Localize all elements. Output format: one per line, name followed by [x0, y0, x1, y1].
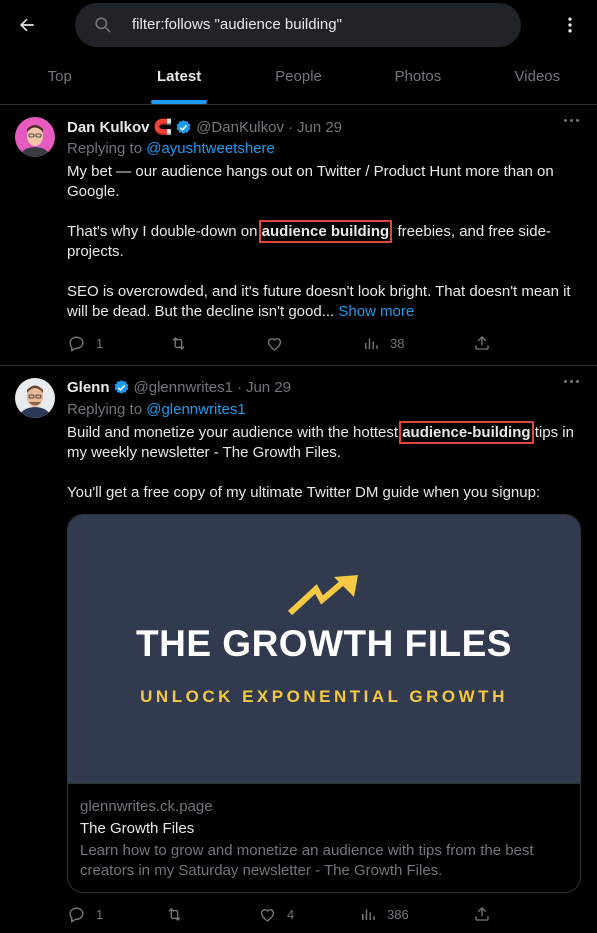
- display-name[interactable]: Glenn: [67, 379, 110, 396]
- share-icon: [475, 907, 489, 921]
- link-card[interactable]: THE GROWTH FILES UNLOCK EXPONENTIAL GROW…: [67, 514, 581, 893]
- tab-photos[interactable]: Photos: [358, 52, 477, 104]
- user-handle[interactable]: @glennwrites1: [134, 379, 233, 396]
- search-input[interactable]: filter:follows "audience building": [132, 16, 342, 33]
- user-handle[interactable]: @DanKulkov: [196, 119, 284, 136]
- replying-to: Replying to @glennwrites1: [67, 401, 246, 418]
- search-icon: [95, 17, 111, 33]
- share-button[interactable]: [473, 334, 491, 352]
- replying-to: Replying to @ayushtweetshere: [67, 140, 275, 157]
- highlighted-term: audience building: [258, 220, 393, 243]
- share-icon: [475, 336, 489, 350]
- arrow-left-icon: [19, 18, 34, 32]
- card-description: Learn how to grow and monetize an audien…: [80, 842, 534, 879]
- analytics-icon: [365, 338, 378, 349]
- separator: ·: [287, 118, 293, 136]
- card-title: The Growth Files: [80, 820, 195, 837]
- card-image: THE GROWTH FILES UNLOCK EXPONENTIAL GROW…: [68, 515, 580, 784]
- card-headline: THE GROWTH FILES: [136, 623, 512, 664]
- tweet-text: My bet — our audience hangs out on Twitt…: [67, 163, 571, 320]
- tweet[interactable]: Glenn @glennwrites1 · Jun 29 Replying to…: [0, 366, 597, 933]
- display-name[interactable]: Dan Kulkov: [67, 119, 150, 136]
- tab-people[interactable]: People: [239, 52, 358, 104]
- top-bar: filter:follows "audience building": [0, 0, 597, 52]
- reply-icon: [69, 336, 84, 352]
- tab-top[interactable]: Top: [0, 52, 119, 104]
- reply-target-link[interactable]: @glennwrites1: [146, 401, 245, 418]
- tweet-date[interactable]: Jun 29: [246, 379, 291, 396]
- tweet[interactable]: Dan Kulkov 🧲 @DanKulkov · Jun 29 Replyin…: [0, 105, 597, 366]
- trending-arrow-icon: [287, 575, 358, 616]
- tweet-text: Build and monetize your audience with th…: [67, 421, 574, 501]
- highlighted-term: audience-building: [399, 421, 534, 444]
- tweet-header: Dan Kulkov 🧲 @DanKulkov · Jun 29: [67, 118, 557, 137]
- retweet-button[interactable]: [165, 905, 194, 924]
- reply-button[interactable]: 1: [67, 905, 103, 924]
- search-box[interactable]: filter:follows "audience building": [75, 3, 521, 47]
- tweet-header: Glenn @glennwrites1 · Jun 29: [67, 379, 557, 396]
- like-button[interactable]: 4: [258, 905, 294, 924]
- more-options-icon[interactable]: [564, 119, 579, 122]
- analytics-icon: [362, 909, 375, 920]
- heart-icon: [267, 338, 282, 351]
- views-button[interactable]: 386: [359, 905, 409, 923]
- magnet-emoji: 🧲: [153, 119, 173, 136]
- more-options-button[interactable]: [557, 12, 583, 38]
- more-options-icon[interactable]: [564, 380, 579, 383]
- retweet-icon: [172, 336, 185, 351]
- retweet-icon: [168, 907, 181, 922]
- more-vertical-icon: [568, 17, 572, 33]
- reply-button[interactable]: 1: [67, 334, 103, 353]
- verified-badge-icon: [175, 119, 192, 136]
- search-tabs: Top Latest People Photos Videos: [0, 52, 597, 105]
- verified-badge-icon: [113, 379, 130, 396]
- active-tab-indicator: [151, 100, 208, 104]
- tweet-actions: 1 4 386: [67, 905, 497, 925]
- tweet-actions: 1 38: [67, 334, 497, 354]
- card-domain: glennwrites.ck.page: [80, 798, 213, 815]
- tab-videos[interactable]: Videos: [478, 52, 597, 104]
- tweet-date[interactable]: Jun 29: [297, 119, 342, 136]
- separator: ·: [236, 379, 242, 396]
- heart-icon: [260, 909, 275, 922]
- tab-latest[interactable]: Latest: [119, 52, 238, 104]
- views-button[interactable]: 38: [362, 334, 404, 352]
- retweet-button[interactable]: [169, 334, 198, 353]
- avatar[interactable]: [15, 378, 55, 418]
- share-button[interactable]: [473, 905, 491, 923]
- avatar[interactable]: [15, 117, 55, 157]
- reply-target-link[interactable]: @ayushtweetshere: [146, 140, 275, 157]
- back-button[interactable]: [14, 12, 40, 38]
- show-more-link[interactable]: Show more: [338, 303, 414, 320]
- card-subline: UNLOCK EXPONENTIAL GROWTH: [140, 687, 508, 706]
- like-button[interactable]: [265, 334, 294, 353]
- reply-icon: [69, 907, 84, 923]
